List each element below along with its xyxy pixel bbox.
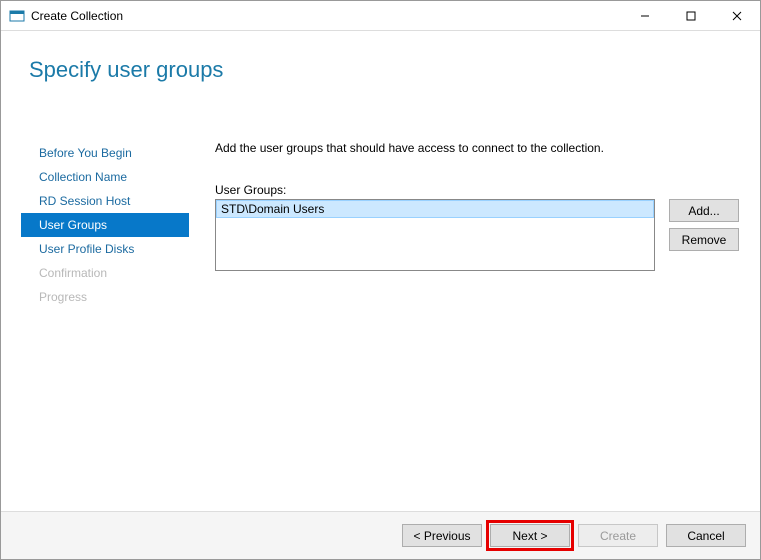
create-button: Create (578, 524, 658, 547)
user-groups-label: User Groups: (215, 183, 740, 197)
cancel-button[interactable]: Cancel (666, 524, 746, 547)
instruction-text: Add the user groups that should have acc… (215, 141, 740, 155)
step-before-you-begin[interactable]: Before You Begin (21, 141, 189, 165)
step-rd-session-host[interactable]: RD Session Host (21, 189, 189, 213)
next-button[interactable]: Next > (490, 524, 570, 547)
window-title: Create Collection (31, 9, 622, 23)
content-area: Specify user groups Before You Begin Col… (1, 31, 760, 559)
app-icon (9, 8, 25, 24)
close-button[interactable] (714, 1, 760, 31)
page-heading: Specify user groups (29, 57, 223, 83)
step-user-groups[interactable]: User Groups (21, 213, 189, 237)
titlebar: Create Collection (1, 1, 760, 31)
maximize-button[interactable] (668, 1, 714, 31)
step-confirmation: Confirmation (21, 261, 189, 285)
step-progress: Progress (21, 285, 189, 309)
wizard-steps-sidebar: Before You Begin Collection Name RD Sess… (21, 141, 189, 309)
window-buttons (622, 1, 760, 31)
wizard-footer: < Previous Next > Create Cancel (1, 511, 760, 559)
add-button[interactable]: Add... (669, 199, 739, 222)
user-group-item[interactable]: STD\Domain Users (216, 200, 654, 218)
minimize-button[interactable] (622, 1, 668, 31)
main-pane: Add the user groups that should have acc… (215, 141, 740, 271)
remove-button[interactable]: Remove (669, 228, 739, 251)
step-collection-name[interactable]: Collection Name (21, 165, 189, 189)
step-user-profile-disks[interactable]: User Profile Disks (21, 237, 189, 261)
user-groups-listbox[interactable]: STD\Domain Users (215, 199, 655, 271)
previous-button[interactable]: < Previous (402, 524, 482, 547)
